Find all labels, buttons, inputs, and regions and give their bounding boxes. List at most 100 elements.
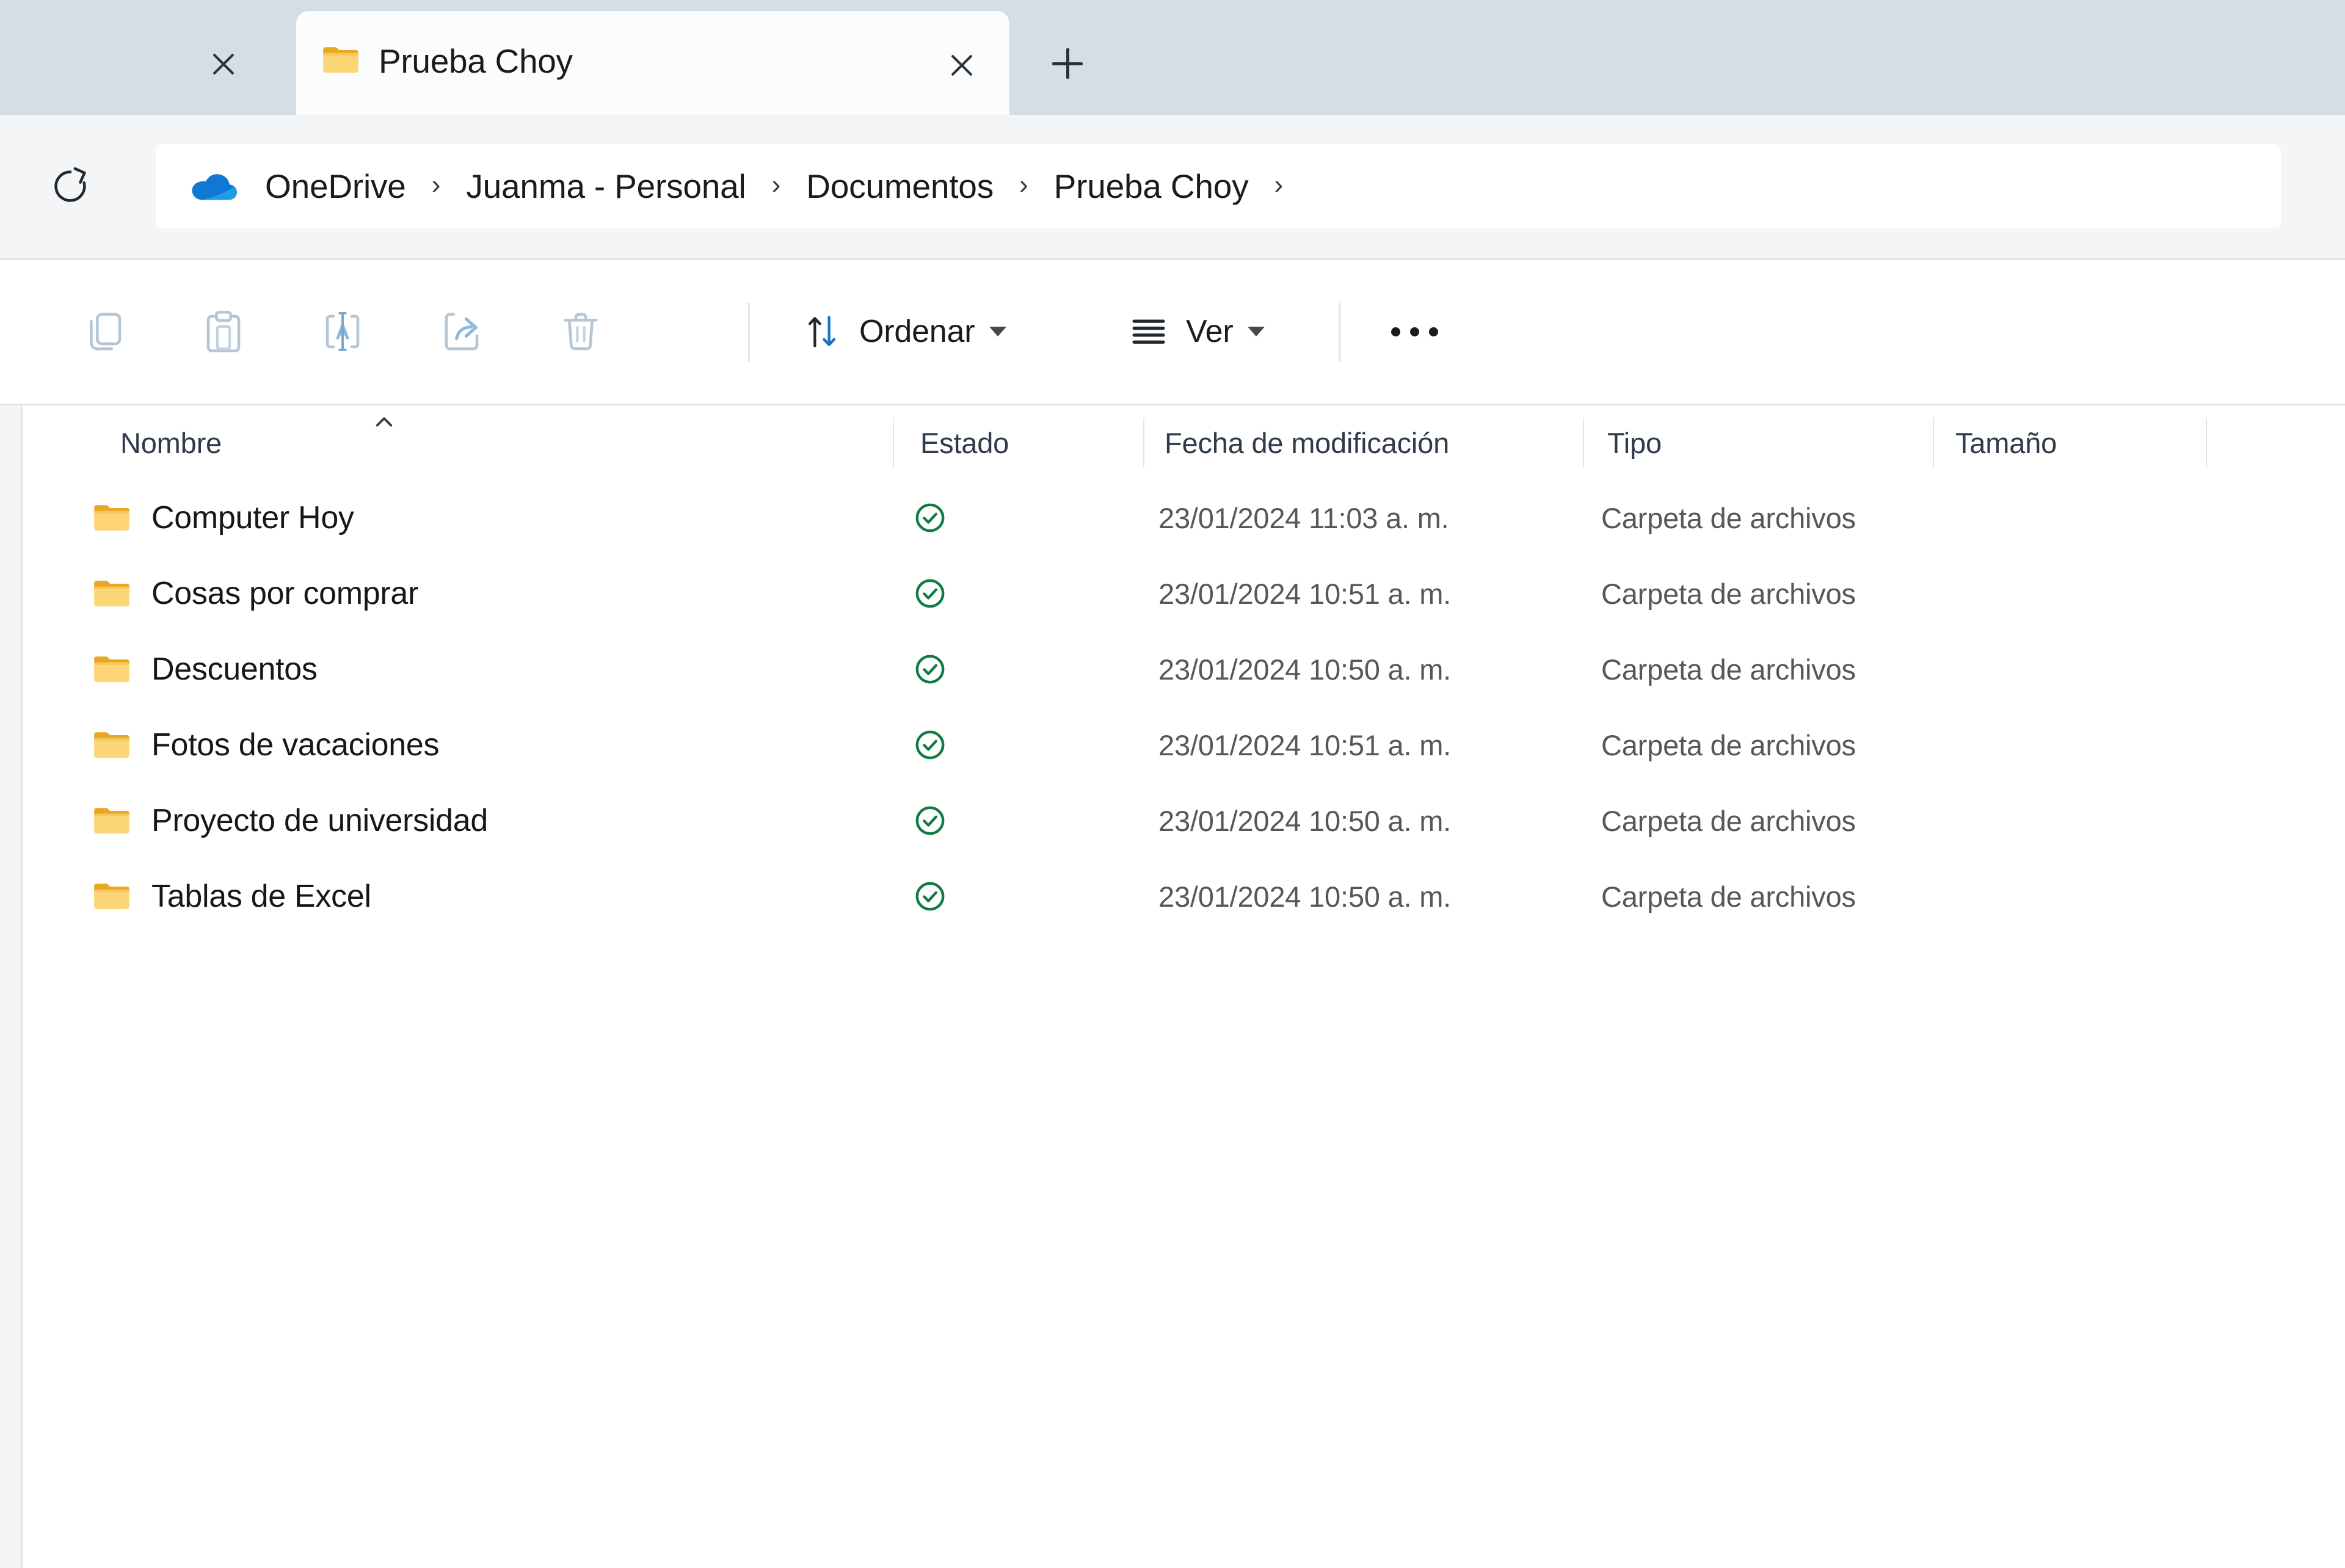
type-cell: Carpeta de archivos	[1601, 501, 1856, 534]
type-cell: Carpeta de archivos	[1601, 577, 1856, 610]
file-list-header: Nombre Estado Fecha de modificación Tipo…	[56, 405, 2345, 480]
file-name-label: Tablas de Excel	[151, 879, 371, 914]
tab-title: Prueba Choy	[379, 42, 573, 80]
column-divider[interactable]	[1583, 418, 1584, 468]
rename-button[interactable]	[299, 288, 386, 375]
tab-close-button[interactable]	[940, 43, 984, 87]
list-left-padding	[23, 405, 56, 1568]
folder-icon	[94, 732, 129, 758]
status-cell	[911, 858, 949, 934]
close-icon	[209, 49, 238, 78]
onedrive-cloud-icon	[192, 174, 237, 200]
sort-button[interactable]: Ordenar	[785, 288, 1022, 375]
column-header-nombre[interactable]: Nombre	[120, 405, 222, 480]
toolbar-divider	[1339, 303, 1340, 361]
ellipsis-icon	[1391, 327, 1438, 336]
status-cell	[911, 631, 949, 707]
file-name-label: Cosas por comprar	[151, 576, 419, 611]
file-name-cell[interactable]: Cosas por comprar	[93, 556, 418, 631]
sync-complete-check-icon	[915, 655, 945, 684]
file-name-label: Computer Hoy	[151, 500, 354, 535]
status-cell	[911, 707, 949, 783]
file-name-cell[interactable]: Computer Hoy	[93, 480, 354, 556]
copy-icon	[90, 313, 122, 350]
file-name-cell[interactable]: Fotos de vacaciones	[93, 707, 440, 783]
file-name-cell[interactable]: Descuentos	[93, 631, 318, 707]
table-row[interactable]: Proyecto de universidad 23/01/2024 10:50…	[56, 783, 2345, 858]
new-tab-button[interactable]	[1045, 42, 1089, 85]
breadcrumb-separator[interactable]: ›	[432, 172, 441, 201]
column-header-tipo[interactable]: Tipo	[1607, 405, 1662, 480]
folder-icon	[94, 884, 129, 910]
tab-prueba-choy[interactable]: Prueba Choy	[296, 11, 1009, 115]
file-name-cell[interactable]: Proyecto de universidad	[93, 783, 488, 858]
breadcrumb-item-documentos[interactable]: Documentos	[796, 161, 1003, 212]
column-divider[interactable]	[1933, 418, 1934, 468]
column-header-tamano[interactable]: Tamaño	[1955, 405, 2057, 480]
table-row[interactable]: Descuentos 23/01/2024 10:50 a. m. Carpet…	[56, 631, 2345, 707]
date-modified-cell: 23/01/2024 11:03 a. m.	[1158, 501, 1449, 534]
file-name-label: Descuentos	[151, 652, 318, 687]
column-divider[interactable]	[893, 418, 894, 468]
type-cell: Carpeta de archivos	[1601, 728, 1856, 761]
rename-icon	[325, 312, 360, 351]
table-row[interactable]: Tablas de Excel 23/01/2024 10:50 a. m. C…	[56, 858, 2345, 934]
breadcrumb-item-onedrive[interactable]: OneDrive	[255, 161, 416, 212]
column-header-fecha-de-modificacion[interactable]: Fecha de modificación	[1165, 405, 1449, 480]
refresh-icon	[54, 167, 86, 202]
sort-label: Ordenar	[859, 314, 975, 349]
breadcrumb-separator[interactable]: ›	[772, 172, 781, 201]
breadcrumb-separator[interactable]: ›	[1274, 172, 1284, 201]
view-button[interactable]: Ver	[1111, 288, 1281, 375]
more-options-button[interactable]	[1371, 288, 1458, 375]
sync-complete-check-icon	[915, 882, 945, 911]
paste-icon	[206, 311, 241, 352]
close-icon	[948, 51, 976, 79]
file-list: Nombre Estado Fecha de modificación Tipo…	[56, 405, 2345, 1568]
column-header-estado[interactable]: Estado	[920, 405, 1009, 480]
inactive-tab-close-button[interactable]	[202, 42, 245, 85]
view-label: Ver	[1186, 314, 1234, 349]
file-name-label: Proyecto de universidad	[151, 803, 488, 838]
date-modified-cell: 23/01/2024 10:50 a. m.	[1158, 804, 1452, 837]
date-modified-cell: 23/01/2024 10:51 a. m.	[1158, 577, 1452, 610]
navigation-pane-rail	[0, 405, 21, 1568]
column-divider[interactable]	[2206, 418, 2207, 468]
status-cell	[911, 783, 949, 858]
copy-button[interactable]	[61, 288, 148, 375]
column-divider[interactable]	[1143, 418, 1144, 468]
table-row[interactable]: Computer Hoy 23/01/2024 11:03 a. m. Carp…	[56, 480, 2345, 556]
toolbar-divider	[748, 303, 750, 361]
sort-arrows-icon	[808, 316, 836, 347]
address-bar: OneDrive › Juanma - Personal › Documento…	[0, 115, 2345, 260]
file-name-cell[interactable]: Tablas de Excel	[93, 858, 371, 934]
table-row[interactable]: Cosas por comprar 23/01/2024 10:51 a. m.…	[56, 556, 2345, 631]
sync-complete-check-icon	[915, 503, 945, 532]
sync-complete-check-icon	[915, 730, 945, 760]
status-cell	[911, 480, 949, 556]
command-bar: Ordenar Ver	[0, 260, 2345, 405]
share-icon	[445, 313, 479, 350]
share-button[interactable]	[418, 288, 505, 375]
breadcrumb: OneDrive › Juanma - Personal › Documento…	[156, 144, 2281, 228]
folder-icon	[94, 656, 129, 683]
breadcrumb-item-juanma-personal[interactable]: Juanma - Personal	[456, 161, 755, 212]
delete-icon	[564, 313, 598, 350]
type-cell: Carpeta de archivos	[1601, 804, 1856, 837]
delete-button[interactable]	[537, 288, 624, 375]
table-row[interactable]: Fotos de vacaciones 23/01/2024 10:51 a. …	[56, 707, 2345, 783]
sort-ascending-chevron-icon	[376, 417, 393, 427]
paste-button[interactable]	[180, 288, 267, 375]
plus-icon	[1052, 48, 1083, 79]
folder-icon	[323, 47, 358, 73]
view-list-icon	[1132, 319, 1165, 344]
folder-icon	[94, 581, 129, 607]
breadcrumb-separator[interactable]: ›	[1019, 172, 1028, 201]
sync-complete-check-icon	[915, 579, 945, 608]
status-cell	[911, 556, 949, 631]
refresh-button[interactable]	[37, 153, 104, 220]
breadcrumb-item-prueba-choy[interactable]: Prueba Choy	[1044, 161, 1259, 212]
chevron-down-icon	[1248, 327, 1265, 336]
sync-complete-check-icon	[915, 806, 945, 835]
type-cell: Carpeta de archivos	[1601, 653, 1856, 686]
